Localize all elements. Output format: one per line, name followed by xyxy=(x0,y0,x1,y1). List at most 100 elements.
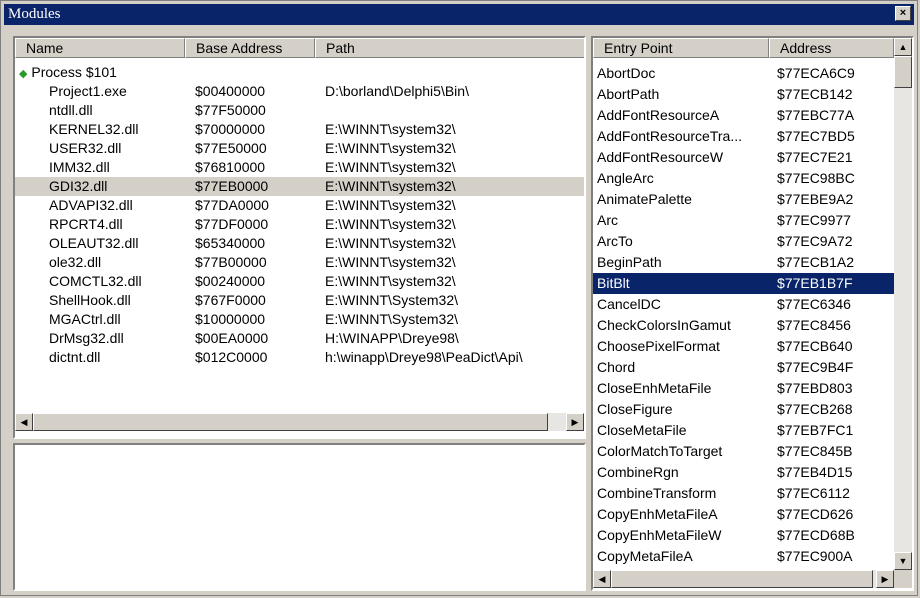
entry-row[interactable]: CopyMetaFileA $77EC900A xyxy=(593,546,894,567)
module-row[interactable]: DrMsg32.dll $00EA0000 H:\WINAPP\Dreye98\ xyxy=(15,329,584,348)
module-row[interactable]: Project1.exe $00400000 D:\borland\Delphi5\… xyxy=(15,82,584,101)
entry-address: $77EC8456 xyxy=(777,317,851,333)
entry-row[interactable]: CopyEnhMetaFileA $77ECD626 xyxy=(593,504,894,525)
entry-row[interactable]: ColorMatchToTarget $77EC845B xyxy=(593,441,894,462)
module-row[interactable]: IMM32.dll $76810000 E:\WINNT\system32\ xyxy=(15,158,584,177)
module-row[interactable]: OLEAUT32.dll $65340000 E:\WINNT\system32\ xyxy=(15,234,584,253)
entry-point-name: BitBlt xyxy=(597,275,630,291)
scroll-down-button[interactable]: ▼ xyxy=(894,552,912,570)
entry-row[interactable]: ArcTo $77EC9A72 xyxy=(593,231,894,252)
column-header-base-address[interactable]: Base Address xyxy=(185,38,315,58)
column-header-name[interactable]: Name xyxy=(15,38,185,58)
entry-row[interactable]: CloseFigure $77ECB268 xyxy=(593,399,894,420)
entry-row[interactable]: BitBlt $77EB1B7F xyxy=(593,273,894,294)
entry-address: $77EC845B xyxy=(777,443,853,459)
entry-row[interactable]: AnimatePalette $77EBE9A2 xyxy=(593,189,894,210)
scroll-up-button[interactable]: ▲ xyxy=(894,38,912,56)
entry-address: $77EC6112 xyxy=(777,485,850,501)
entry-row[interactable]: CombineTransform $77EC6112 xyxy=(593,483,894,504)
entry-row[interactable]: AddFontResourceTra... $77EC7BD5 xyxy=(593,126,894,147)
entry-row[interactable]: CheckColorsInGamut $77EC8456 xyxy=(593,315,894,336)
module-row[interactable]: ADVAPI32.dll $77DA0000 E:\WINNT\system32\ xyxy=(15,196,584,215)
entry-point-name: CombineTransform xyxy=(597,485,717,501)
entry-row[interactable]: BeginPath $77ECB1A2 xyxy=(593,252,894,273)
entry-row[interactable]: CombineRgn $77EB4D15 xyxy=(593,462,894,483)
entry-row[interactable]: CopyEnhMetaFileW $77ECD68B xyxy=(593,525,894,546)
module-row[interactable]: ShellHook.dll $767F0000 E:\WINNT\System32\ xyxy=(15,291,584,310)
modules-horizontal-scrollbar[interactable]: ◀ ▶ xyxy=(15,413,584,431)
entry-address: $77EBE9A2 xyxy=(777,191,854,207)
scroll-left-button[interactable]: ◀ xyxy=(15,413,33,431)
modules-list-pane: Name Base Address Path ◆ Process $101 Pro… xyxy=(13,36,586,439)
module-base-address: $00EA0000 xyxy=(195,330,269,346)
module-base-address: $77DF0000 xyxy=(195,216,269,232)
entry-row[interactable]: Arc $77EC9977 xyxy=(593,210,894,231)
column-header-path[interactable]: Path xyxy=(315,38,584,58)
entry-point-name: AngleArc xyxy=(597,170,654,186)
close-button[interactable]: × xyxy=(895,6,911,21)
entry-address: $77EC900A xyxy=(777,548,853,564)
scroll-thumb[interactable] xyxy=(33,413,548,431)
entries-scroll-left-button[interactable]: ◀ xyxy=(593,570,611,588)
entry-point-name: ChoosePixelFormat xyxy=(597,338,720,354)
module-row[interactable]: COMCTL32.dll $00240000 E:\WINNT\system32\ xyxy=(15,272,584,291)
module-row[interactable]: GDI32.dll $77EB0000 E:\WINNT\system32\ xyxy=(15,177,584,196)
entry-row[interactable]: AddFontResourceA $77EBC77A xyxy=(593,105,894,126)
entry-point-name: AddFontResourceTra... xyxy=(597,128,742,144)
vertical-scroll-thumb[interactable] xyxy=(894,56,912,88)
column-header-address[interactable]: Address xyxy=(769,38,894,58)
title-bar[interactable]: Modules × xyxy=(4,4,914,25)
module-row[interactable]: USER32.dll $77E50000 E:\WINNT\system32\ xyxy=(15,139,584,158)
module-row[interactable]: MGACtrl.dll $10000000 E:\WINNT\System32\ xyxy=(15,310,584,329)
entry-row[interactable]: AbortDoc $77ECA6C9 xyxy=(593,63,894,84)
module-name: Project1.exe xyxy=(49,83,127,99)
entry-address: $77EC98BC xyxy=(777,170,855,186)
entry-point-name: ArcTo xyxy=(597,233,633,249)
entry-point-name: AbortDoc xyxy=(597,65,656,81)
module-base-address: $70000000 xyxy=(195,121,266,137)
module-row[interactable]: RPCRT4.dll $77DF0000 E:\WINNT\system32\ xyxy=(15,215,584,234)
module-row[interactable]: KERNEL32.dll $70000000 E:\WINNT\system32\ xyxy=(15,120,584,139)
entry-address: $77EB4D15 xyxy=(777,464,853,480)
module-row[interactable]: ole32.dll $77B00000 E:\WINNT\system32\ xyxy=(15,253,584,272)
entry-point-name: CopyEnhMetaFileA xyxy=(597,506,718,522)
entry-point-name: CloseEnhMetaFile xyxy=(597,380,712,396)
module-name: RPCRT4.dll xyxy=(49,216,123,232)
scroll-right-button[interactable]: ▶ xyxy=(566,413,584,431)
entry-address: $77ECB268 xyxy=(777,401,853,417)
module-row[interactable]: ntdll.dll $77F50000 xyxy=(15,101,584,120)
entry-address: $77EC9977 xyxy=(777,212,851,228)
process-node[interactable]: ◆ Process $101 xyxy=(15,63,584,82)
entry-address: $77EC7E21 xyxy=(777,149,853,165)
module-base-address: $65340000 xyxy=(195,235,266,251)
module-name: OLEAUT32.dll xyxy=(49,235,139,251)
module-name: dictnt.dll xyxy=(49,349,101,365)
size-grip[interactable] xyxy=(894,570,912,588)
entries-scroll-right-button[interactable]: ▶ xyxy=(876,570,894,588)
entry-point-name: Chord xyxy=(597,359,636,375)
entry-row[interactable]: AngleArc $77EC98BC xyxy=(593,168,894,189)
entry-row[interactable]: CloseEnhMetaFile $77EBD803 xyxy=(593,378,894,399)
entry-address: $77EB1B7F xyxy=(777,275,853,291)
entry-row[interactable]: ChoosePixelFormat $77ECB640 xyxy=(593,336,894,357)
module-path: E:\WINNT\system32\ xyxy=(325,178,456,194)
entry-address: $77EBD803 xyxy=(777,380,853,396)
module-row[interactable]: dictnt.dll $012C0000 h:\winapp\Dreye98\Pea… xyxy=(15,348,584,367)
module-path: E:\WINNT\system32\ xyxy=(325,254,456,270)
entries-horizontal-scrollbar[interactable]: ◀ ▶ xyxy=(593,570,894,588)
entry-point-name: CopyEnhMetaFileW xyxy=(597,527,722,543)
module-base-address: $76810000 xyxy=(195,159,266,175)
entry-row[interactable]: AbortPath $77ECB142 xyxy=(593,84,894,105)
module-base-address: $10000000 xyxy=(195,311,266,327)
module-base-address: $77DA0000 xyxy=(195,197,269,213)
entry-row[interactable]: CloseMetaFile $77EB7FC1 xyxy=(593,420,894,441)
entry-point-name: Arc xyxy=(597,212,618,228)
module-path: E:\WINNT\system32\ xyxy=(325,216,456,232)
entries-vertical-scrollbar[interactable]: ▲ ▼ xyxy=(894,38,912,570)
entry-row[interactable]: CancelDC $77EC6346 xyxy=(593,294,894,315)
column-header-entry-point[interactable]: Entry Point xyxy=(593,38,769,58)
entry-row[interactable]: AddFontResourceW $77EC7E21 xyxy=(593,147,894,168)
entry-row[interactable]: Chord $77EC9B4F xyxy=(593,357,894,378)
entries-scroll-thumb[interactable] xyxy=(611,570,873,588)
entry-point-name: BeginPath xyxy=(597,254,662,270)
